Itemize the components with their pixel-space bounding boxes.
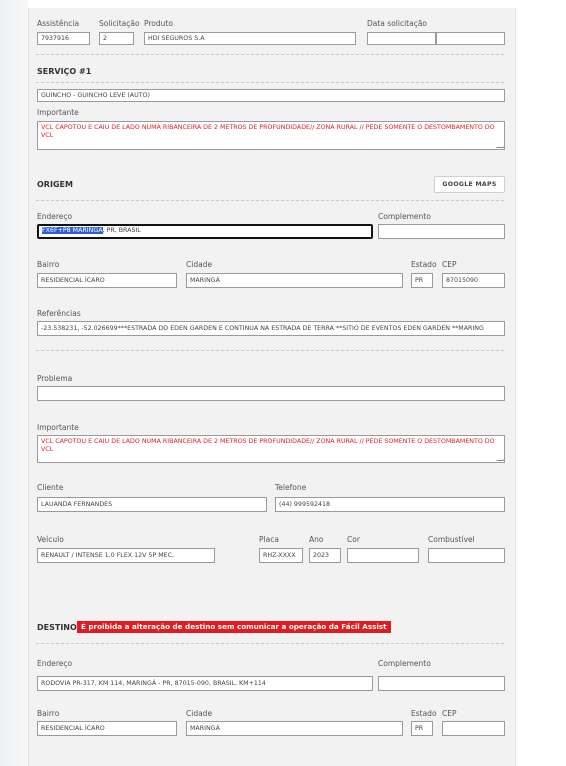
endereco-rest-text: , PR, BRASIL [102,227,141,234]
cliente-label: Cliente [37,483,64,492]
origem-cep-label: CEP [442,260,457,269]
problema-label: Problema [37,374,73,383]
origem-cidade-label: Cidade [186,260,213,269]
assistencia-field[interactable]: 7937916 [37,32,90,45]
hora-solicitacao-field[interactable] [436,32,505,45]
solicitacao-label: Solicitação [99,19,140,28]
divider [36,54,504,55]
origem-importante-label: Importante [37,423,79,432]
produto-field[interactable]: HDI SEGUROS S.A [144,32,356,45]
veiculo-label: Veículo [37,535,64,544]
destino-bairro-field[interactable]: RESIDENCIAL ÍCARO [37,721,177,736]
divider [36,350,504,351]
data-solicitacao-label: Data solicitação [367,19,428,28]
resize-grip-icon[interactable] [496,454,504,461]
destino-bairro-label: Bairro [37,709,60,718]
origem-importante-textarea[interactable]: VCL CAPOTOU E CAIU DE LADO NUMA RIBANCEI… [37,435,505,463]
origem-title: ORIGEM [37,180,73,189]
solicitacao-field[interactable]: 2 [99,32,134,45]
origem-referencias-field[interactable]: -23.538231, -52.026699***ESTRADA DO EDEN… [37,321,505,336]
origem-endereco-field[interactable]: FX6F+P8 MARINGÁ, PR, BRASIL [37,224,373,239]
telefone-label: Telefone [275,483,307,492]
destino-estado-label: Estado [411,709,437,718]
assistencia-label: Assistência [37,19,80,28]
endereco-selected-text: FX6F+P8 MARINGÁ [42,227,103,234]
data-solicitacao-field[interactable] [367,32,436,45]
origem-referencias-label: Referências [37,309,81,318]
servico-title: SERVIÇO #1 [37,67,92,76]
origem-cidade-field[interactable]: MARINGÁ [186,273,403,288]
destino-cep-label: CEP [442,709,457,718]
destino-cidade-field[interactable]: MARINGÁ [186,721,403,736]
servico-importante-label: Importante [37,108,79,117]
destino-cidade-label: Cidade [186,709,213,718]
combustivel-field[interactable] [428,548,505,563]
divider [36,643,504,644]
servico-field[interactable]: GUINCHO - GUINCHO LEVE (AUTO) [37,89,505,102]
placa-label: Placa [259,535,279,544]
telefone-field[interactable]: (44) 999592418 [275,497,505,512]
origem-complemento-field[interactable] [378,224,505,239]
destino-endereco-field[interactable]: RODOVIA PR-317, KM 114, MARINGÁ - PR, 87… [37,676,373,691]
origem-endereco-label: Endereço [37,212,73,221]
veiculo-field[interactable]: RENAULT / INTENSE 1.0 FLEX 12V 5P MEC. [37,548,215,563]
cliente-field[interactable]: LAUANDA FERNANDES [37,497,267,512]
produto-label: Produto [144,19,173,28]
cor-field[interactable] [347,548,419,563]
cor-label: Cor [347,535,360,544]
destino-alert-badge: É proibida a alteração de destino sem co… [77,621,391,633]
destino-cep-field[interactable] [442,721,505,736]
servico-importante-text: VCL CAPOTOU E CAIU DE LADO NUMA RIBANCEI… [41,124,495,139]
divider [36,200,504,201]
destino-estado-field[interactable]: PR [411,721,433,736]
placa-field[interactable]: RHZ-XXXX [259,548,303,563]
origem-estado-field[interactable]: PR [411,273,433,288]
origem-complemento-label: Complemento [378,212,431,221]
origem-bairro-field[interactable]: RESIDENCIAL ÍCARO [37,273,177,288]
destino-endereco-label: Endereço [37,659,73,668]
ano-field[interactable]: 2023 [309,548,341,563]
destino-complemento-label: Complemento [378,659,431,668]
problema-field[interactable] [37,386,505,401]
origem-importante-text: VCL CAPOTOU E CAIU DE LADO NUMA RIBANCEI… [41,438,495,453]
resize-grip-icon[interactable] [496,141,504,148]
servico-importante-textarea[interactable]: VCL CAPOTOU E CAIU DE LADO NUMA RIBANCEI… [37,121,505,150]
origem-bairro-label: Bairro [37,260,60,269]
ano-label: Ano [309,535,324,544]
origem-estado-label: Estado [411,260,437,269]
page-background [0,0,28,766]
origem-cep-field[interactable]: 87015090 [442,273,505,288]
divider [36,82,504,83]
destino-complemento-field[interactable] [378,676,505,691]
google-maps-button[interactable]: GOOGLE MAPS [434,176,505,193]
destino-title: DESTINO [37,623,77,632]
combustivel-label: Combustível [428,535,475,544]
